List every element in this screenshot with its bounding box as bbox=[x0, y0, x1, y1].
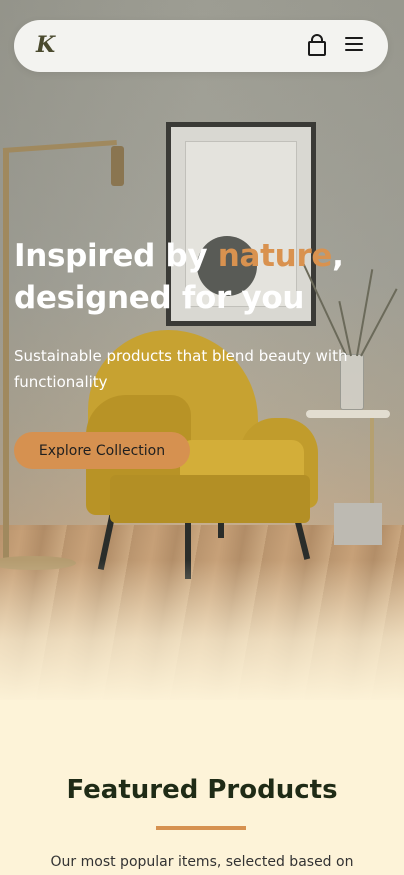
hamburger-menu-icon[interactable] bbox=[344, 34, 364, 54]
shopping-bag-icon[interactable] bbox=[306, 34, 328, 58]
top-navbar: K bbox=[14, 20, 388, 72]
hero-section: Inspired by nature, designed for you Sus… bbox=[0, 0, 404, 700]
headline-accent-word: nature bbox=[217, 238, 333, 274]
floor-lamp bbox=[3, 150, 9, 560]
brand-logo[interactable]: K bbox=[36, 32, 55, 58]
hero-headline: Inspired by nature, designed for you bbox=[14, 238, 344, 316]
explore-collection-button[interactable]: Explore Collection bbox=[14, 432, 190, 469]
title-underline bbox=[156, 826, 246, 830]
hero-subheadline: Sustainable products that blend beauty w… bbox=[14, 347, 348, 391]
featured-products-subtitle: Our most popular items, selected based o… bbox=[50, 854, 354, 870]
featured-products-title: Featured Products bbox=[66, 775, 338, 805]
